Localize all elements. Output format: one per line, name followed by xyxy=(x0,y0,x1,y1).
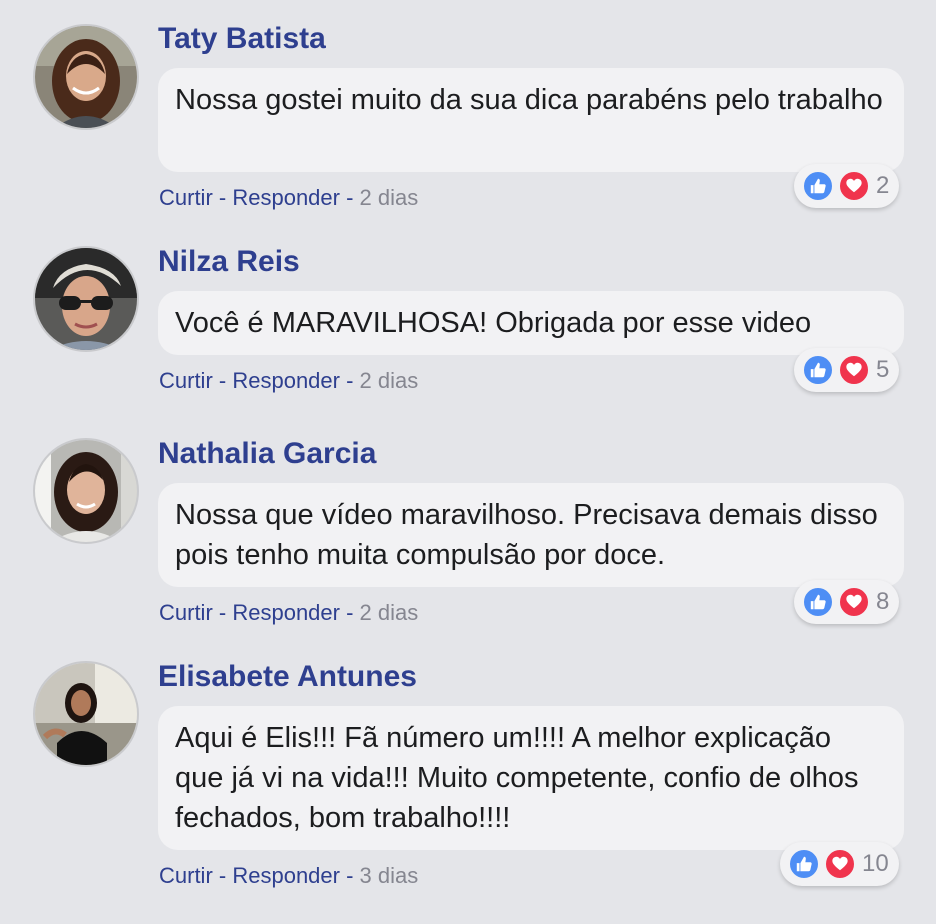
avatar[interactable] xyxy=(33,661,139,767)
avatar[interactable] xyxy=(33,438,139,544)
reaction-count: 8 xyxy=(876,588,890,615)
separator: - xyxy=(339,863,360,888)
reply-link[interactable]: Responder xyxy=(232,863,340,888)
commenter-name[interactable]: Taty Batista xyxy=(158,22,326,56)
comment-bubble: Nossa gostei muito da sua dica parabéns … xyxy=(158,68,904,172)
reactions-pill[interactable]: 5 xyxy=(794,348,900,392)
comment-time: 3 dias xyxy=(359,863,419,888)
avatar[interactable] xyxy=(33,246,139,352)
separator: - xyxy=(339,185,360,210)
heart-icon xyxy=(838,170,870,202)
reply-link[interactable]: Responder xyxy=(232,368,340,393)
comment-actions: Curtir - Responder - 2 dias xyxy=(159,600,418,626)
reaction-count: 10 xyxy=(862,850,889,877)
like-icon xyxy=(802,170,834,202)
commenter-name[interactable]: Nilza Reis xyxy=(158,245,300,279)
comment-actions: Curtir - Responder - 2 dias xyxy=(159,368,418,394)
comment-bubble: Nossa que vídeo maravilhoso. Precisava d… xyxy=(158,483,904,587)
reaction-count: 2 xyxy=(876,172,890,199)
heart-icon xyxy=(838,354,870,386)
comment-time: 2 dias xyxy=(359,368,419,393)
reaction-count: 5 xyxy=(876,356,890,383)
like-link[interactable]: Curtir xyxy=(159,600,213,625)
separator: - xyxy=(339,368,360,393)
commenter-name[interactable]: Nathalia Garcia xyxy=(158,437,376,471)
commenter-name[interactable]: Elisabete Antunes xyxy=(158,660,417,694)
separator: - xyxy=(212,863,233,888)
like-icon xyxy=(788,848,820,880)
reactions-pill[interactable]: 10 xyxy=(780,842,899,886)
separator: - xyxy=(212,600,233,625)
comment-bubble: Você é MARAVILHOSA! Obrigada por esse vi… xyxy=(158,291,904,355)
like-link[interactable]: Curtir xyxy=(159,863,213,888)
reactions-pill[interactable]: 2 xyxy=(794,164,900,208)
like-icon xyxy=(802,354,834,386)
heart-icon xyxy=(824,848,856,880)
separator: - xyxy=(212,185,233,210)
comment-actions: Curtir - Responder - 2 dias xyxy=(159,185,418,211)
reply-link[interactable]: Responder xyxy=(232,600,340,625)
comment-actions: Curtir - Responder - 3 dias xyxy=(159,863,418,889)
like-link[interactable]: Curtir xyxy=(159,368,213,393)
comment-bubble: Aqui é Elis!!! Fã número um!!!! A melhor… xyxy=(158,706,904,850)
reply-link[interactable]: Responder xyxy=(232,185,340,210)
reactions-pill[interactable]: 8 xyxy=(794,580,900,624)
avatar[interactable] xyxy=(33,24,139,130)
like-icon xyxy=(802,586,834,618)
comment-time: 2 dias xyxy=(359,600,419,625)
heart-icon xyxy=(838,586,870,618)
comment-time: 2 dias xyxy=(359,185,419,210)
separator: - xyxy=(212,368,233,393)
separator: - xyxy=(339,600,360,625)
like-link[interactable]: Curtir xyxy=(159,185,213,210)
